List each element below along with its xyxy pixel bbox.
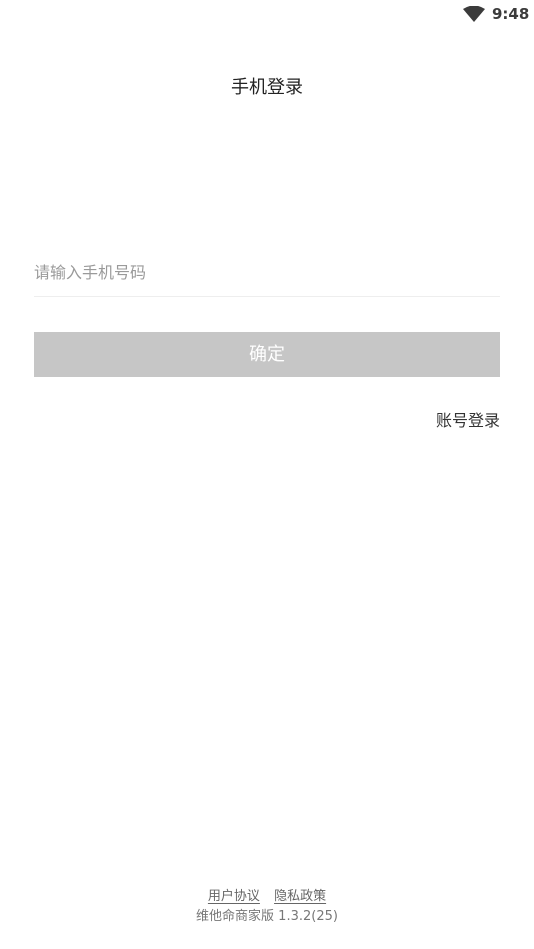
page-title: 手机登录 (231, 77, 303, 98)
account-login-link[interactable]: 账号登录 (436, 410, 500, 432)
confirm-button[interactable]: 确定 (34, 332, 500, 377)
phone-input-row (34, 252, 500, 297)
wifi-icon (463, 6, 485, 22)
status-time: 9:48 (492, 5, 530, 23)
user-agreement-link[interactable]: 用户协议 (208, 889, 260, 904)
phone-number-input[interactable] (34, 252, 500, 292)
status-bar: 9:48 (0, 0, 534, 30)
footer-links: 用户协议 隐私政策 (0, 888, 534, 906)
app-version: 维他命商家版 1.3.2(25) (196, 909, 338, 924)
privacy-policy-link[interactable]: 隐私政策 (274, 889, 326, 904)
